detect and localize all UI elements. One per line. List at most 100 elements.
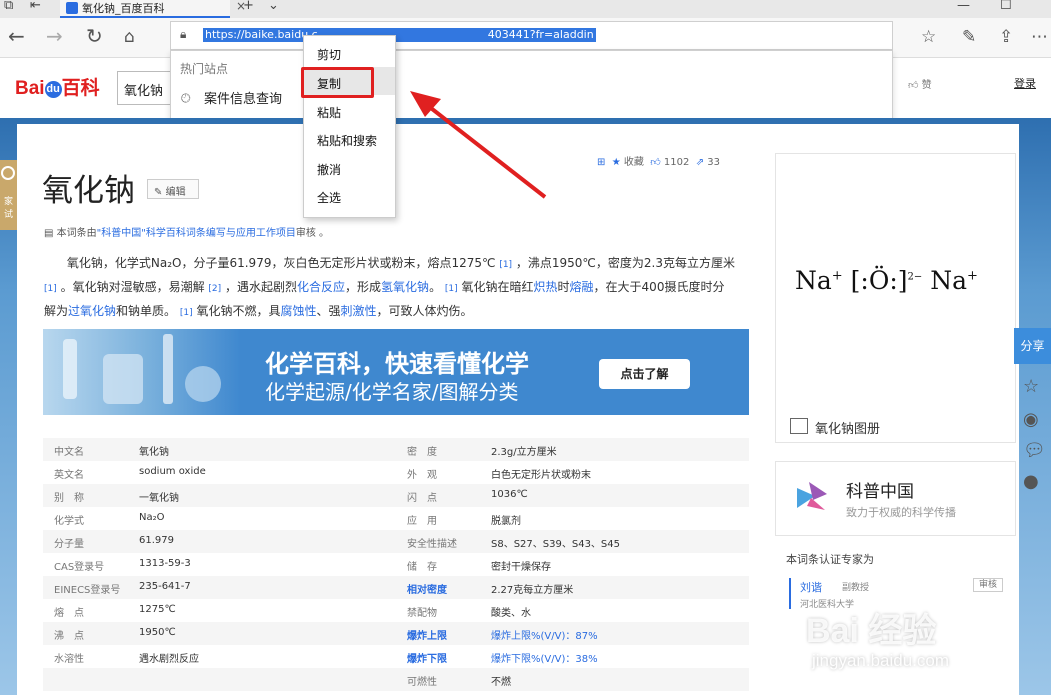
pencil-icon: ✎: [154, 187, 163, 198]
review-note: ▤ 本词条由"科普中国"科学百科词条编写与应用工作项目审核 。: [44, 228, 330, 239]
context-menu-item[interactable]: 粘贴和搜索: [317, 132, 377, 149]
info-key[interactable]: 爆炸上限: [407, 627, 447, 642]
tab-active[interactable]: 氧化钠_百度百科 ×: [60, 0, 246, 18]
link-hot[interactable]: 炽热: [534, 280, 558, 294]
like-count: 1102: [663, 157, 690, 168]
banner-learn-more-button[interactable]: 点击了解: [599, 359, 690, 389]
album-link[interactable]: 氧化钠图册: [815, 418, 880, 437]
pen-icon[interactable]: ✎: [962, 27, 976, 47]
highlight-box: [301, 67, 374, 98]
audit-badge: 审核: [973, 578, 1003, 592]
baidu-baike-logo[interactable]: Bai du百科: [15, 73, 100, 100]
info-value: 1313-59-3: [139, 558, 191, 569]
info-key: 英文名: [54, 470, 84, 481]
watermark-url: jingyan.baidu.com: [812, 651, 950, 670]
link-irritant[interactable]: 刺激性: [341, 304, 377, 318]
expert-heading: 本词条认证专家为: [786, 553, 874, 566]
info-key: 沸 点: [54, 631, 84, 642]
tab-actions-icon[interactable]: ⧉: [4, 0, 13, 13]
info-value: S8、S27、S39、S43、S45: [491, 539, 620, 550]
info-key: EINECS登录号: [54, 585, 121, 596]
link-combination[interactable]: 化合反应: [297, 280, 345, 294]
info-key: 安全性描述: [407, 539, 457, 550]
url-selected-text[interactable]: https://baike.baidu.c 403441?fr=aladdin: [203, 28, 596, 42]
info-key: 可燃性: [407, 677, 437, 688]
info-key: CAS登录号: [54, 562, 105, 573]
minimize-icon[interactable]: —: [957, 0, 970, 13]
home-icon[interactable]: ⌂: [124, 27, 135, 47]
expert-name[interactable]: 刘谐: [800, 579, 822, 595]
qq-icon[interactable]: ●: [1023, 471, 1039, 492]
banner-subline: 化学起源/化学名家/图解分类: [265, 380, 519, 404]
info-value: 酸类、水: [491, 608, 531, 619]
info-value[interactable]: 爆炸上限%(V/V)：87%: [491, 627, 598, 642]
structure-image-card[interactable]: [775, 153, 1016, 443]
thumb-up-icon[interactable]: 👍︎: [650, 157, 660, 168]
info-value: 氧化钠: [139, 447, 169, 458]
info-key[interactable]: 爆炸下限: [407, 650, 447, 665]
info-key: 闪 点: [407, 493, 437, 504]
context-menu-item[interactable]: 全选: [317, 189, 341, 206]
hot-sites-label: 热门站点: [180, 62, 229, 76]
link-corrosive[interactable]: 腐蚀性: [280, 304, 316, 318]
kepu-name: 科普中国: [846, 482, 914, 502]
refresh-icon[interactable]: ↻: [86, 24, 103, 48]
wechat-icon[interactable]: 💬︎: [1023, 440, 1046, 461]
table-row-stripe: [43, 668, 749, 691]
share-browser-icon[interactable]: ⇪: [999, 27, 1013, 47]
info-key: 熔 点: [54, 608, 84, 619]
login-link[interactable]: 登录: [1014, 75, 1036, 91]
expert-accent-bar: [789, 578, 791, 609]
info-key: 分子量: [54, 539, 84, 550]
review-link[interactable]: "科普中国"科学百科词条编写与应用工作项目: [97, 228, 296, 239]
link-naoh[interactable]: 氢氧化钠: [381, 280, 429, 294]
back-icon[interactable]: ←: [8, 24, 25, 48]
info-key: 化学式: [54, 516, 84, 527]
info-value: Na₂O: [139, 512, 165, 523]
info-value[interactable]: 2.27克每立方厘米: [491, 581, 573, 596]
context-menu-item[interactable]: 粘贴: [317, 104, 341, 121]
info-value: 密封干燥保存: [491, 562, 551, 573]
info-value: 1950℃: [139, 627, 176, 638]
context-menu-item[interactable]: 剪切: [317, 46, 341, 63]
tab-list-icon[interactable]: ⌄: [268, 0, 279, 13]
header-like[interactable]: 👍︎ 赞: [908, 76, 932, 91]
info-value: 白色无定形片状或粉末: [491, 470, 591, 481]
kepu-slogan: 致力于权威的科学传播: [846, 506, 956, 519]
info-value: 不燃: [491, 677, 511, 688]
star-icon[interactable]: ★: [612, 157, 621, 168]
left-side-tab[interactable]: 家 试: [0, 160, 17, 230]
maximize-icon[interactable]: ☐: [1000, 0, 1012, 13]
info-key: 储 存: [407, 562, 437, 573]
favorites-star-icon[interactable]: ☆: [921, 27, 936, 47]
red-arrow-annotation: [410, 91, 547, 199]
info-key[interactable]: 相对密度: [407, 581, 447, 596]
baike-search-input[interactable]: 氧化钠: [117, 71, 171, 105]
share-count: 33: [707, 157, 721, 168]
info-key: 密 度: [407, 447, 437, 458]
forward-icon[interactable]: →: [46, 24, 63, 48]
share-arrow-icon[interactable]: ⇗: [696, 157, 704, 168]
page-title: 氧化钠: [42, 173, 135, 209]
history-icon: 🕘︎: [181, 91, 191, 105]
favorite-star-icon[interactable]: ☆: [1023, 376, 1039, 397]
weibo-icon[interactable]: ◉: [1023, 409, 1039, 430]
add-icon[interactable]: ⊞: [597, 157, 605, 168]
share-tab[interactable]: 分享: [1014, 328, 1051, 364]
context-menu-item[interactable]: 撤消: [317, 161, 341, 178]
history-suggestion[interactable]: 案件信息查询: [204, 88, 282, 107]
collect-label[interactable]: 收藏: [624, 157, 644, 168]
summary-paragraph: 氧化钠，化学式Na₂O，分子量61.979，灰白色无定形片状或粉末，熔点1275…: [44, 256, 735, 318]
thumb-icon: 👍︎: [908, 80, 919, 91]
link-peroxide[interactable]: 过氧化钠: [68, 304, 116, 318]
more-menu-icon[interactable]: ⋯: [1031, 27, 1048, 47]
edit-button[interactable]: ✎ 编辑: [147, 179, 199, 199]
tab-back-icon[interactable]: ⇤: [30, 0, 41, 13]
link-melt[interactable]: 熔融: [570, 280, 594, 294]
info-key: 外 观: [407, 470, 437, 481]
circle-icon: [1, 166, 15, 180]
info-value: 1036℃: [491, 489, 528, 500]
new-tab-icon[interactable]: +: [243, 0, 254, 13]
info-value[interactable]: 爆炸下限%(V/V)：38%: [491, 650, 598, 665]
lock-icon: 🔒︎: [180, 27, 187, 41]
